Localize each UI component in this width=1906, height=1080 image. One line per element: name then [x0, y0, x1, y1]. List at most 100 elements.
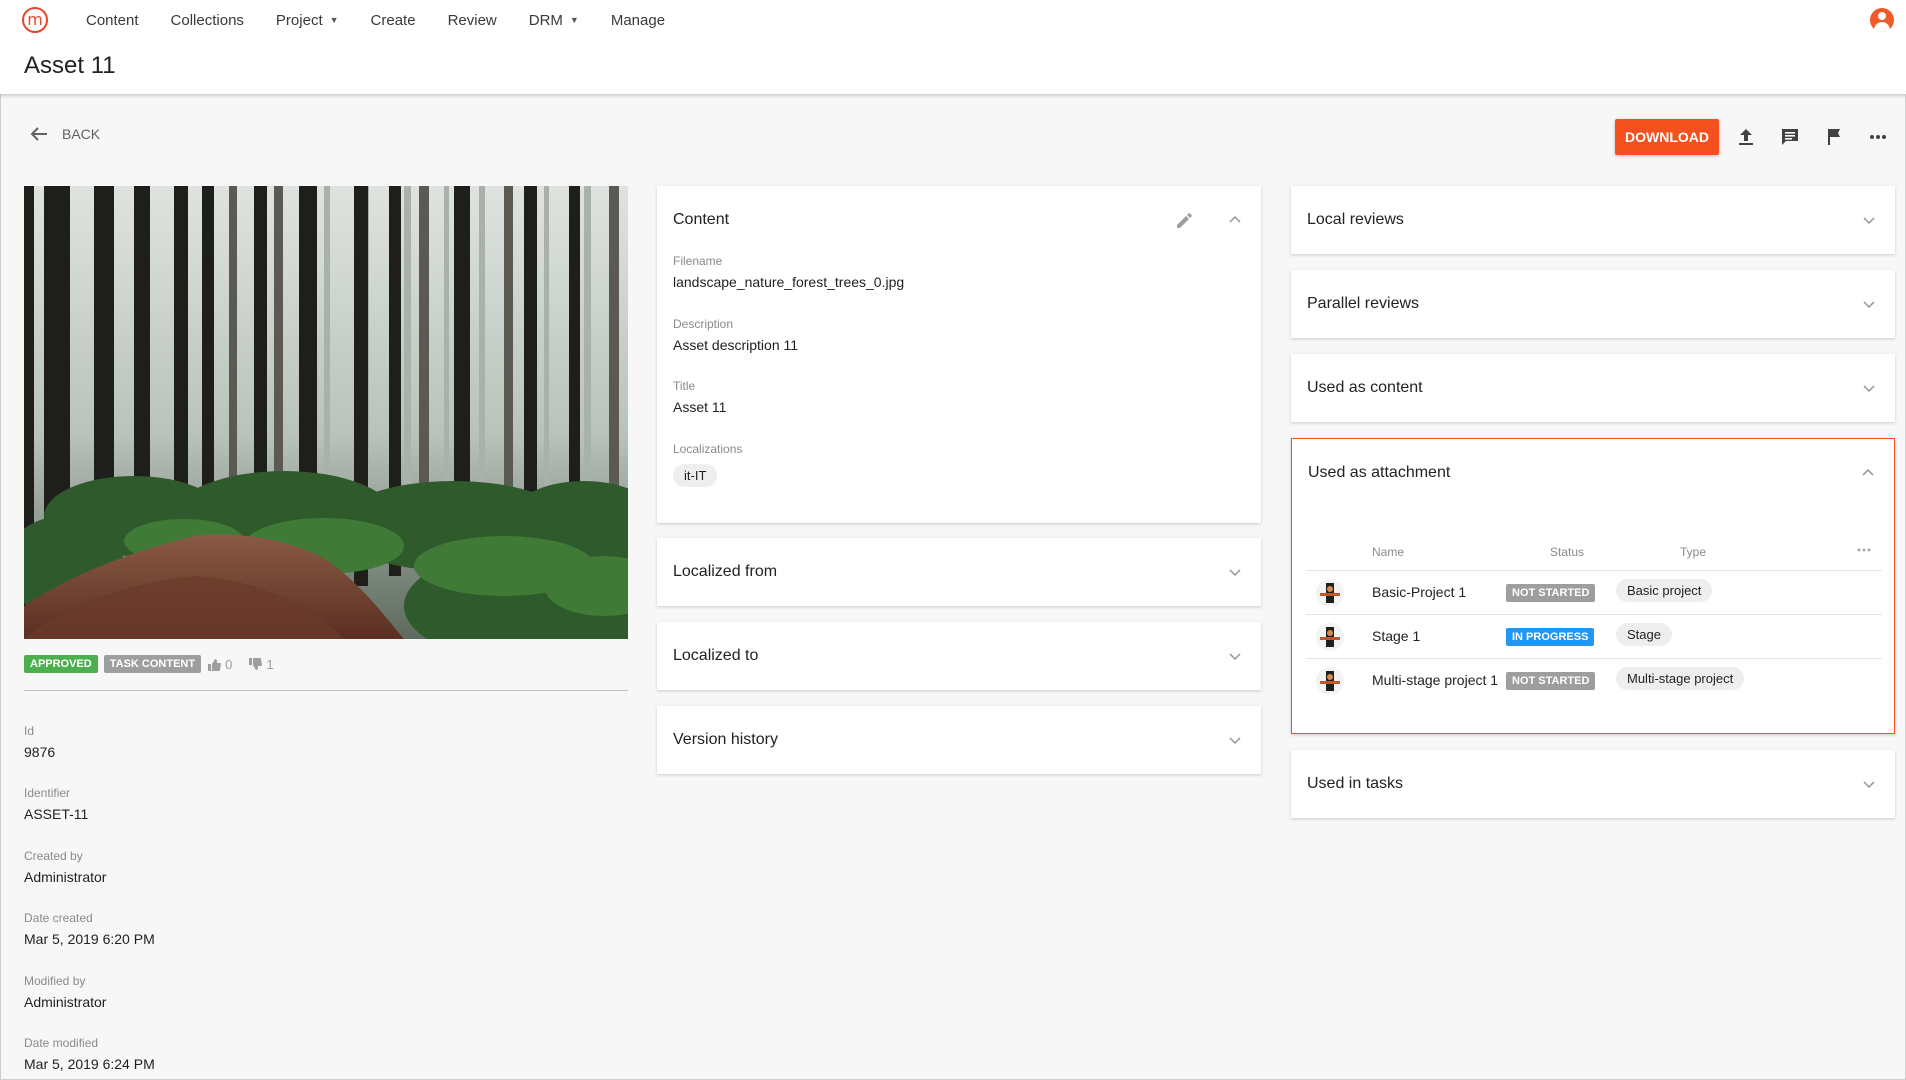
back-label: BACK [62, 126, 101, 142]
nav-item-project[interactable]: Project ▼ [260, 12, 355, 29]
chevron-down-icon[interactable] [1227, 732, 1243, 748]
used-as-content-panel[interactable]: Used as content [1291, 354, 1895, 422]
column-header-status[interactable]: Status [1550, 545, 1584, 559]
field-value: Asset description 11 [673, 337, 799, 353]
meta-date-modified: Date modified Mar 5, 2019 6:24 PM [24, 1036, 155, 1072]
field-label: Localizations [673, 442, 743, 456]
meta-value: Mar 5, 2019 6:24 PM [24, 1056, 155, 1072]
localized-from-panel[interactable]: Localized from [657, 538, 1261, 606]
localization-chip[interactable]: it-IT [673, 464, 718, 487]
field-label: Filename [673, 254, 723, 268]
nav-item-label: Collections [170, 11, 244, 29]
panel-title: Used as attachment [1308, 464, 1451, 481]
title-field: Title Asset 11 [673, 379, 726, 415]
nav-item-label: Content [86, 11, 139, 29]
user-avatar-icon[interactable] [1870, 8, 1894, 32]
thumbs-up-icon [208, 658, 222, 671]
back-button[interactable]: BACK [30, 126, 100, 142]
chevron-down-icon[interactable] [1861, 380, 1877, 396]
type-chip: Stage [1616, 623, 1672, 646]
panel-title: Parallel reviews [1307, 295, 1420, 312]
meta-label: Identifier [24, 786, 71, 800]
meta-modified-by: Modified by Administrator [24, 974, 106, 1010]
panel-title: Used in tasks [1307, 775, 1404, 792]
nav-item-label: Create [370, 11, 416, 29]
content-card-title: Content [673, 211, 730, 228]
flag-icon[interactable] [1822, 125, 1846, 149]
thumbs-down-icon [249, 657, 263, 670]
meta-label: Modified by [24, 974, 86, 988]
nav-item-label: Project [275, 11, 323, 29]
chevron-up-icon[interactable] [1860, 465, 1876, 481]
status-badge: NOT STARTED [1506, 584, 1596, 602]
row-name: Stage 1 [1372, 628, 1421, 644]
used-in-tasks-panel[interactable]: Used in tasks [1291, 750, 1895, 818]
table-row[interactable]: Basic-Project 1 NOT STARTED Basic projec… [1306, 570, 1882, 614]
meta-value: Mar 5, 2019 6:20 PM [24, 931, 155, 947]
approved-badge: APPROVED [24, 655, 98, 673]
meta-value: Administrator [24, 994, 107, 1010]
edit-icon[interactable] [1175, 212, 1193, 230]
project-thumbnail-icon [1316, 667, 1344, 695]
chevron-down-icon[interactable] [1861, 296, 1877, 312]
panel-title: Localized to [673, 647, 759, 664]
panel-title: Local reviews [1307, 211, 1404, 228]
version-history-panel[interactable]: Version history [657, 706, 1261, 774]
nav-item-content[interactable]: Content [70, 12, 155, 29]
divider [24, 690, 628, 691]
dislike-button[interactable]: 1 [248, 656, 274, 672]
project-thumbnail-icon [1316, 579, 1344, 607]
used-as-attachment-panel: Used as attachment Name Status Type Basi… [1291, 438, 1895, 734]
table-row[interactable]: Stage 1 IN PROGRESS Stage [1306, 614, 1882, 658]
dislike-count: 1 [266, 656, 274, 672]
panel-title: Used as content [1307, 379, 1423, 396]
page-title: Asset 11 [24, 52, 116, 79]
upload-icon[interactable] [1734, 125, 1758, 149]
meta-label: Created by [24, 849, 83, 863]
column-options-icon[interactable] [1856, 543, 1872, 555]
local-reviews-panel[interactable]: Local reviews [1291, 186, 1895, 254]
filename-field: Filename landscape_nature_forest_trees_0… [673, 254, 904, 290]
comment-icon[interactable] [1778, 125, 1802, 149]
content-card: Content Filename landscape_nature_forest… [657, 186, 1261, 523]
like-button[interactable]: 0 [207, 657, 232, 672]
asset-preview-image[interactable] [24, 186, 628, 639]
column-header-type[interactable]: Type [1680, 545, 1706, 559]
nav-item-collections[interactable]: Collections [155, 12, 260, 29]
field-label: Title [673, 379, 696, 393]
nav-item-create[interactable]: Create [355, 12, 432, 29]
task-content-badge: TASK CONTENT [103, 655, 202, 673]
meta-date-created: Date created Mar 5, 2019 6:20 PM [24, 911, 155, 947]
type-chip: Basic project [1616, 579, 1713, 602]
chevron-down-icon[interactable] [1227, 564, 1243, 580]
logo-icon[interactable]: m [22, 7, 48, 33]
panel-title: Localized from [673, 563, 778, 580]
nav-item-manage[interactable]: Manage [595, 12, 681, 29]
meta-label: Date created [24, 911, 93, 925]
field-value: Asset 11 [673, 399, 727, 415]
row-name: Multi-stage project 1 [1372, 672, 1499, 688]
asset-badges: APPROVED TASK CONTENT 0 1 [24, 655, 290, 673]
more-icon[interactable] [1866, 125, 1890, 149]
nav-item-label: DRM [528, 11, 563, 29]
meta-value: Administrator [24, 869, 107, 885]
nav-item-label: Manage [610, 11, 666, 29]
chevron-down-icon[interactable] [1227, 648, 1243, 664]
meta-value: ASSET-11 [24, 806, 89, 822]
description-field: Description Asset description 11 [673, 317, 798, 353]
parallel-reviews-panel[interactable]: Parallel reviews [1291, 270, 1895, 338]
nav-item-review[interactable]: Review [432, 12, 513, 29]
row-name: Basic-Project 1 [1372, 584, 1467, 600]
download-button[interactable]: DOWNLOAD [1615, 119, 1719, 155]
meta-identifier: Identifier ASSET-11 [24, 786, 88, 822]
chevron-up-icon[interactable] [1227, 212, 1243, 228]
table-row[interactable]: Multi-stage project 1 NOT STARTED Multi-… [1306, 658, 1882, 702]
meta-id: Id 9876 [24, 724, 55, 760]
chevron-down-icon[interactable] [1861, 212, 1877, 228]
localized-to-panel[interactable]: Localized to [657, 622, 1261, 690]
panel-title: Version history [673, 731, 778, 748]
nav-item-drm[interactable]: DRM ▼ [513, 12, 595, 29]
chevron-down-icon[interactable] [1861, 776, 1877, 792]
column-header-name[interactable]: Name [1372, 545, 1404, 559]
field-value: landscape_nature_forest_trees_0.jpg [673, 274, 905, 290]
